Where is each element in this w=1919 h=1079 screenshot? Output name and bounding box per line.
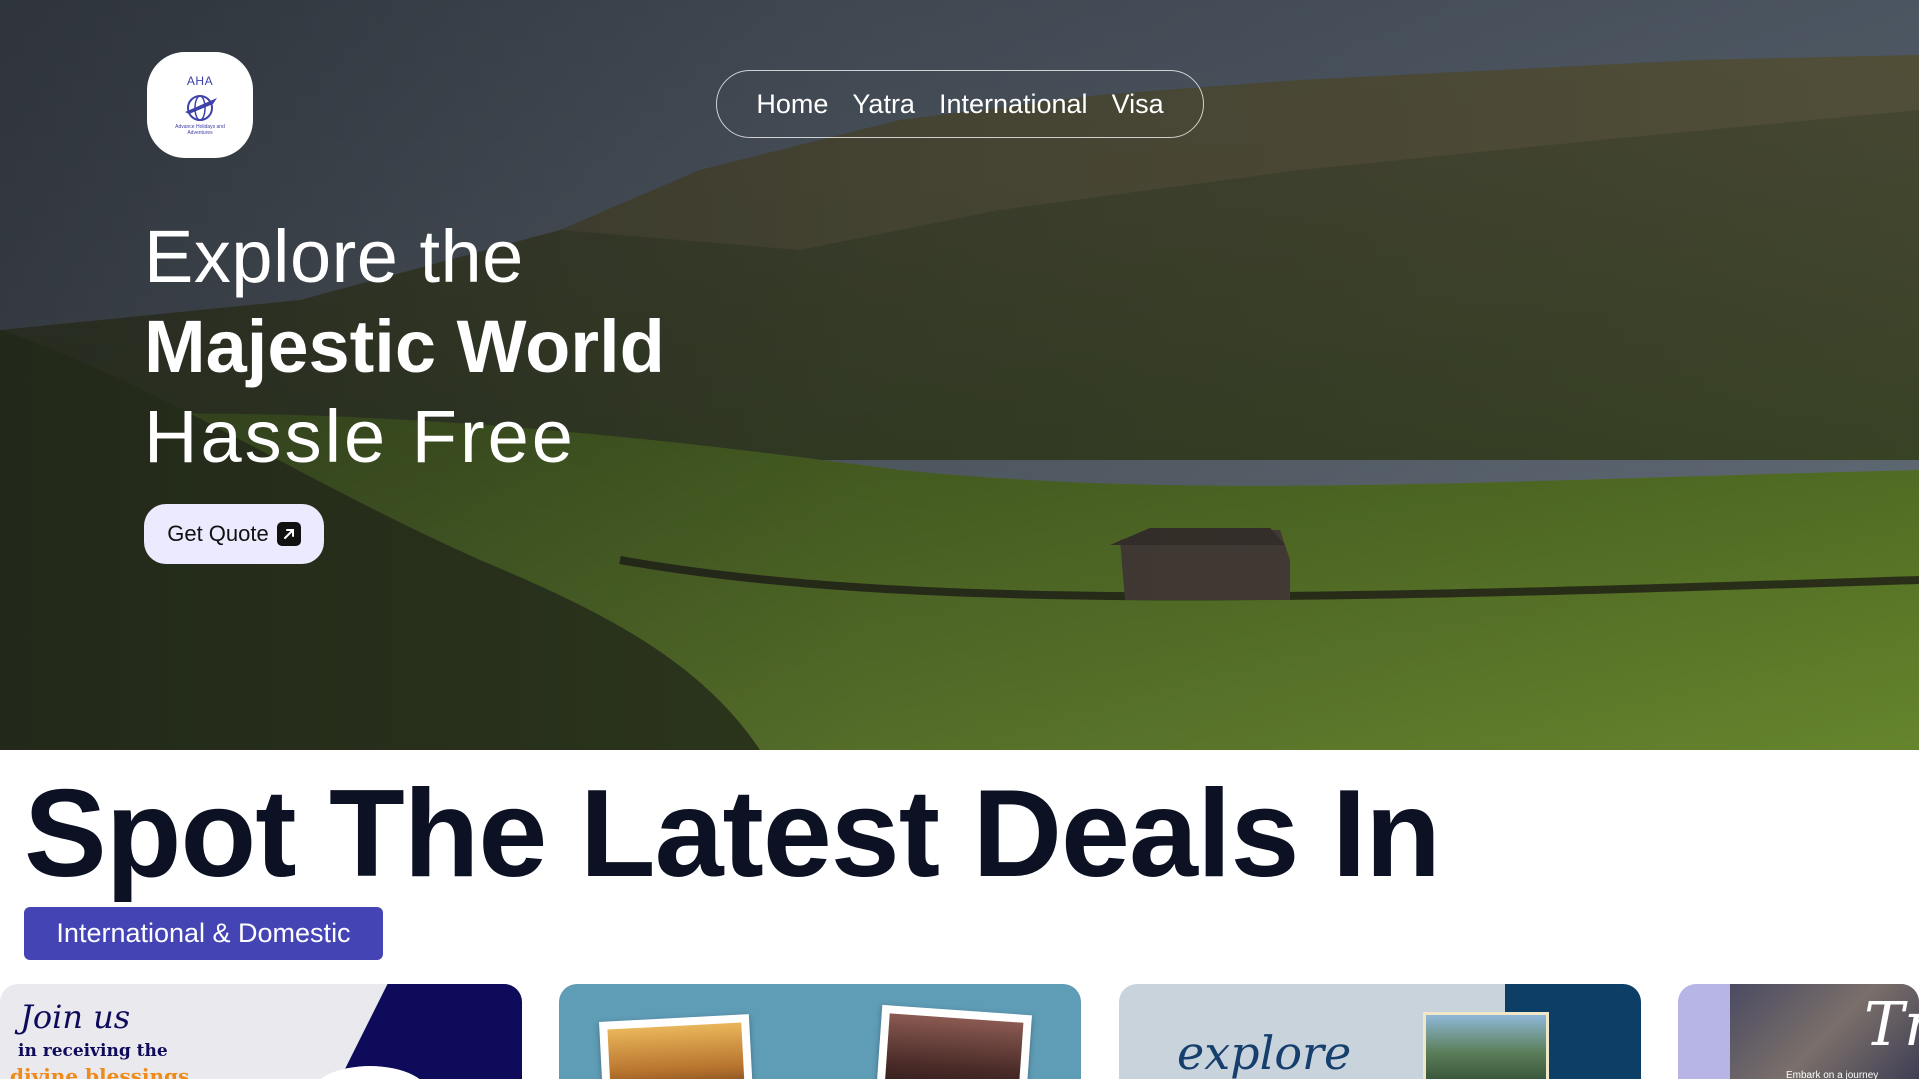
nav-item-home[interactable]: Home bbox=[756, 89, 828, 120]
card-photo bbox=[599, 1014, 753, 1079]
card-photo bbox=[876, 1004, 1032, 1079]
deal-card-3[interactable]: explore bbox=[1119, 984, 1641, 1079]
deal-card-1[interactable]: Join us in receiving the divine blessing… bbox=[0, 984, 522, 1079]
deals-category-badge: International & Domestic bbox=[24, 907, 383, 960]
get-quote-button[interactable]: Get Quote bbox=[144, 504, 324, 564]
nav-item-yatra[interactable]: Yatra bbox=[852, 89, 915, 120]
hero-line-3: Hassle Free bbox=[144, 395, 576, 478]
main-nav: Home Yatra International Visa bbox=[716, 70, 1204, 138]
card-script-text: Tr bbox=[1864, 990, 1919, 1060]
card-small-text: Embark on a journey bbox=[1786, 1070, 1879, 1079]
card-highlight-text: divine blessings bbox=[10, 1064, 190, 1079]
deals-title: Spot The Latest Deals In bbox=[24, 765, 1441, 903]
card-text: in receiving the bbox=[18, 1041, 168, 1061]
arrow-up-right-icon bbox=[276, 522, 301, 546]
card-photo bbox=[1423, 1012, 1549, 1079]
nav-item-visa[interactable]: Visa bbox=[1112, 89, 1164, 120]
hero-line-1: Explore the bbox=[144, 215, 524, 298]
site-logo[interactable]: AHA Advance Holidays and Adventures bbox=[147, 52, 253, 158]
card-decor bbox=[340, 984, 522, 1079]
hero-line-2: Majestic World bbox=[144, 305, 665, 388]
deal-card-4[interactable]: Tr Embark on a journey bbox=[1678, 984, 1919, 1079]
globe-airplane-icon bbox=[185, 95, 217, 121]
get-quote-label: Get Quote bbox=[167, 521, 269, 546]
logo-text: AHA bbox=[186, 74, 214, 88]
nav-item-international[interactable]: International bbox=[939, 89, 1088, 120]
hero-headline: Explore the Majestic World Hassle Free bbox=[144, 212, 665, 482]
card-script-text: Join us bbox=[20, 998, 131, 1036]
card-script-text: explore bbox=[1177, 1026, 1352, 1079]
hero-banner: AHA Advance Holidays and Adventures Home… bbox=[0, 0, 1919, 750]
logo-tagline: Advance Holidays and Adventures bbox=[175, 124, 225, 136]
deal-card-2[interactable] bbox=[559, 984, 1081, 1079]
